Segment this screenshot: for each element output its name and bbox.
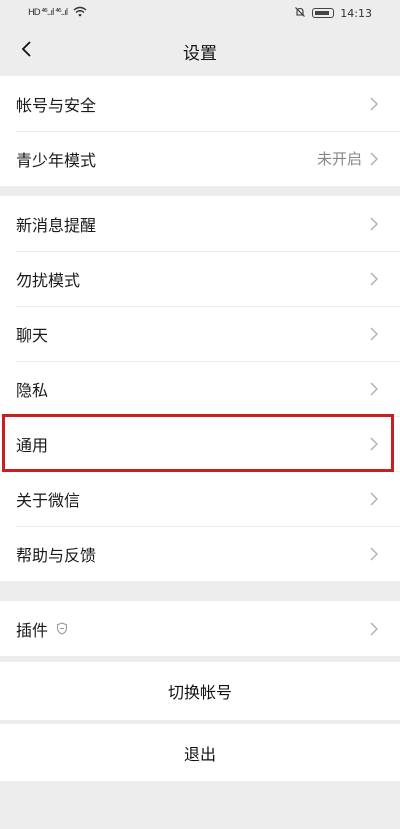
logout-section: 退出 — [0, 724, 400, 781]
chevron-right-icon — [370, 216, 378, 231]
page-title: 设置 — [183, 43, 217, 64]
settings-item-chat[interactable]: 聊天 — [0, 306, 400, 361]
chevron-left-icon — [20, 40, 32, 62]
chevron-right-icon — [370, 326, 378, 341]
settings-item-label: 关于微信 — [16, 490, 81, 510]
settings-item-label: 聊天 — [16, 325, 49, 345]
settings-item-help-feedback[interactable]: 帮助与反馈 — [0, 526, 400, 581]
settings-item-notifications[interactable]: 新消息提醒 — [0, 196, 400, 251]
settings-item-account-security[interactable]: 帐号与安全 — [0, 76, 400, 131]
settings-item-teen-mode[interactable]: 青少年模式 未开启 — [0, 131, 400, 186]
settings-item-general[interactable]: 通用 — [0, 416, 400, 471]
mute-bell-icon — [294, 6, 306, 21]
settings-item-label: 青少年模式 — [16, 150, 97, 170]
shield-icon — [56, 622, 68, 635]
status-bar-right: 14:13 — [294, 6, 372, 21]
switch-account-button[interactable]: 切换帐号 — [0, 662, 400, 720]
wifi-icon — [73, 6, 87, 20]
logout-button[interactable]: 退出 — [0, 724, 400, 781]
status-bar: HD ⁴⁶..ıl ⁴⁶..ıl 14:13 — [0, 0, 400, 26]
nav-bar: 设置 — [0, 26, 400, 76]
settings-item-label: 隐私 — [16, 380, 49, 400]
settings-item-label: 帐号与安全 — [16, 95, 97, 115]
battery-icon — [312, 8, 335, 18]
settings-group-general: 新消息提醒 勿扰模式 聊天 隐私 通用 关于微信 帮助与反馈 — [0, 196, 400, 581]
settings-item-label: 勿扰模式 — [16, 270, 81, 290]
settings-item-label: 新消息提醒 — [16, 215, 97, 235]
back-button[interactable] — [8, 30, 44, 72]
settings-group-plugins: 插件 — [0, 601, 400, 656]
chevron-right-icon — [370, 96, 378, 111]
settings-group-account: 帐号与安全 青少年模式 未开启 — [0, 76, 400, 186]
settings-item-label: 帮助与反馈 — [16, 545, 97, 565]
settings-item-label: 插件 — [16, 620, 49, 640]
settings-item-about[interactable]: 关于微信 — [0, 471, 400, 526]
chevron-right-icon — [370, 271, 378, 286]
chevron-right-icon — [370, 621, 378, 636]
chevron-right-icon — [370, 546, 378, 561]
chevron-right-icon — [370, 436, 378, 451]
status-bar-left: HD ⁴⁶..ıl ⁴⁶..ıl — [28, 6, 87, 20]
status-time: 14:13 — [340, 6, 372, 20]
settings-item-privacy[interactable]: 隐私 — [0, 361, 400, 416]
settings-item-label: 通用 — [16, 435, 49, 455]
chevron-right-icon — [370, 491, 378, 506]
switch-account-section: 切换帐号 — [0, 662, 400, 720]
settings-item-plugins[interactable]: 插件 — [0, 601, 400, 656]
chevron-right-icon — [370, 381, 378, 396]
signal-icons: HD ⁴⁶..ıl ⁴⁶..ıl — [28, 8, 68, 18]
teen-mode-status: 未开启 — [316, 150, 362, 168]
settings-item-do-not-disturb[interactable]: 勿扰模式 — [0, 251, 400, 306]
chevron-right-icon — [370, 151, 378, 166]
